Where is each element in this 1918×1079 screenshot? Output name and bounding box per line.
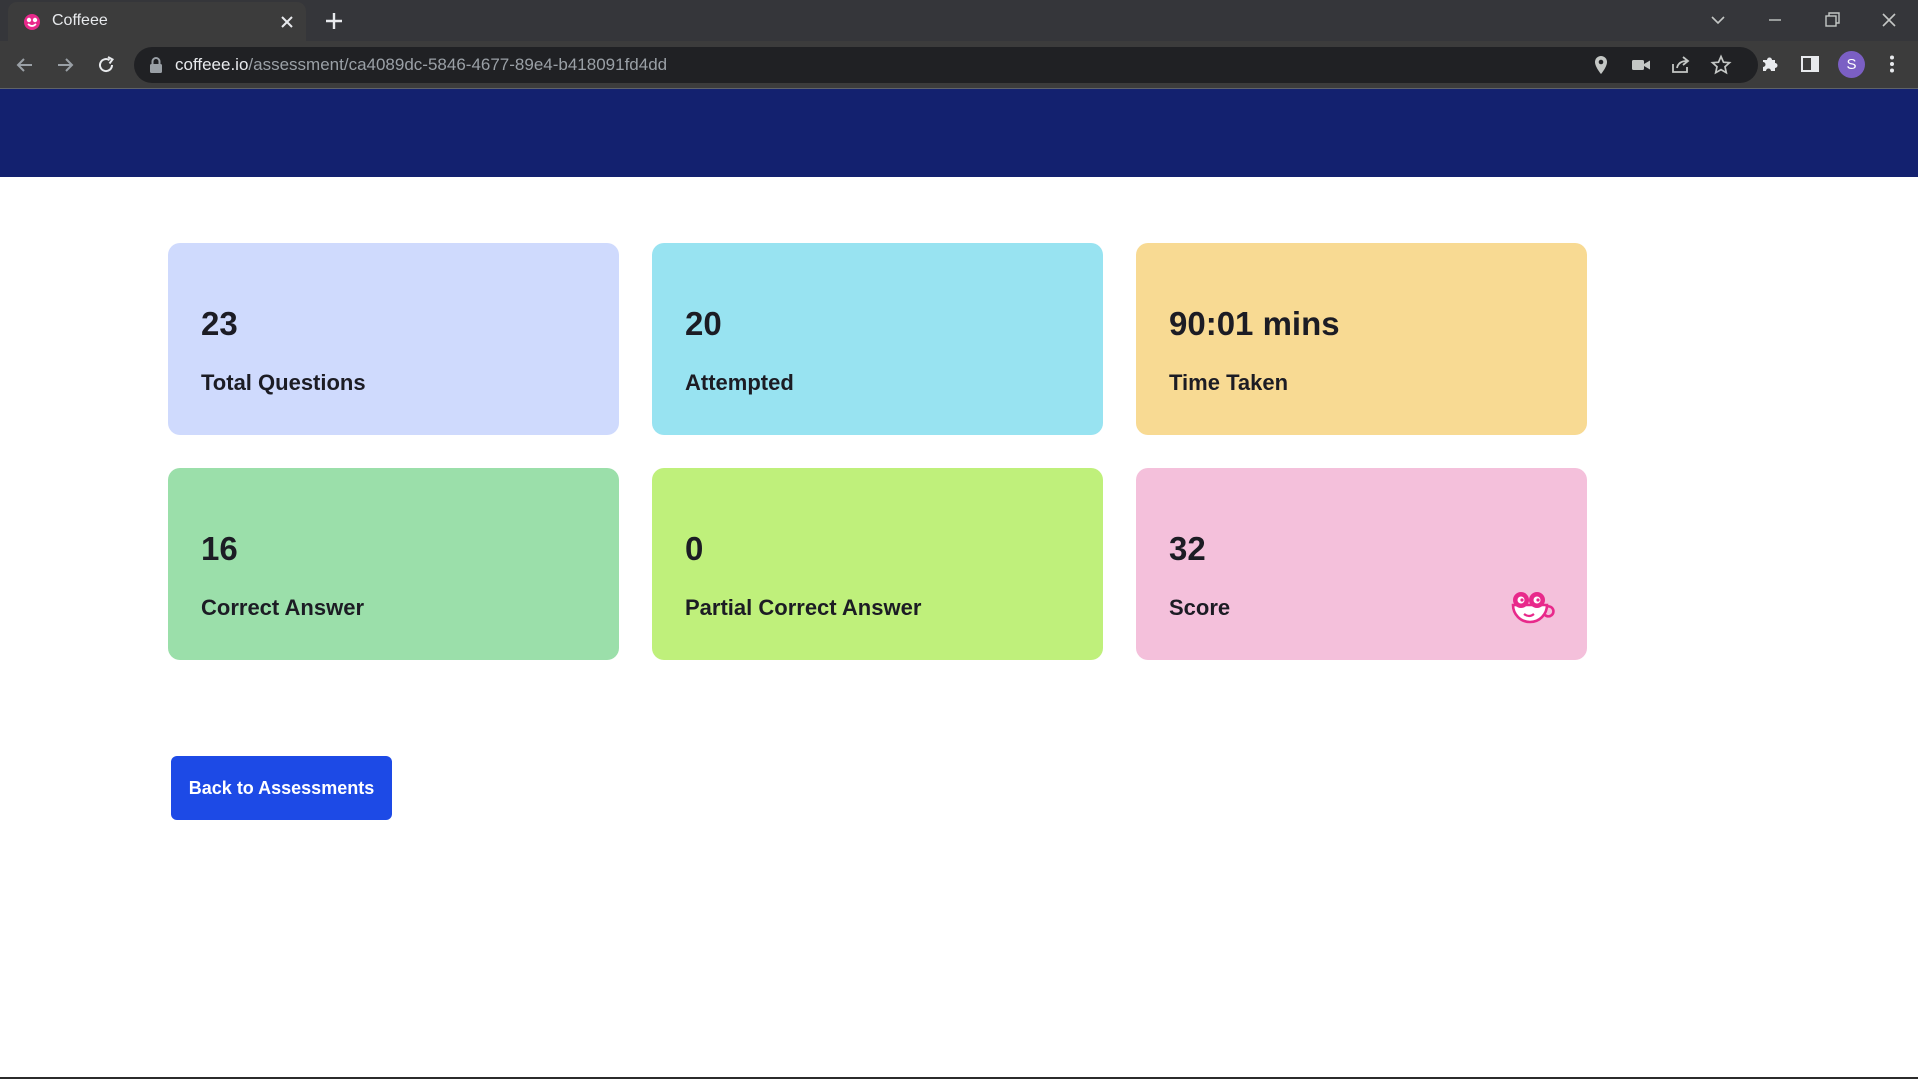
stat-card-correct-answer: 16 Correct Answer — [168, 468, 619, 660]
stat-value: 20 — [685, 305, 722, 342]
share-icon[interactable] — [1670, 54, 1692, 76]
reload-icon[interactable] — [94, 53, 118, 77]
extensions-puzzle-icon[interactable] — [1758, 52, 1782, 76]
bookmark-star-icon[interactable] — [1710, 54, 1732, 76]
url-host: coffeee.io — [175, 55, 249, 74]
stat-label: Total Questions — [201, 370, 366, 395]
stat-value: 32 — [1169, 530, 1206, 567]
minimize-icon[interactable] — [1763, 8, 1787, 32]
stat-label: Score — [1169, 595, 1231, 620]
coffeee-favicon-icon — [24, 14, 40, 30]
stat-card-score: 32 Score — [1136, 468, 1587, 660]
stat-value: 0 — [685, 530, 704, 567]
coffee-mascot-icon — [1511, 592, 1555, 624]
close-window-icon[interactable] — [1877, 8, 1901, 32]
side-panel-icon[interactable] — [1798, 52, 1822, 76]
tab-close-icon[interactable] — [276, 11, 298, 33]
stat-label: Partial Correct Answer — [685, 595, 922, 620]
profile-avatar[interactable]: S — [1838, 51, 1865, 78]
tab-search-chevron-icon[interactable] — [1706, 8, 1730, 32]
new-tab-icon[interactable] — [322, 9, 346, 33]
back-to-assessments-button[interactable]: Back to Assessments — [171, 756, 392, 820]
address-bar[interactable]: coffeee.io/assessment/ca4089dc-5846-4677… — [134, 47, 1758, 83]
stat-card-time-taken: 90:01 mins Time Taken — [1136, 243, 1587, 435]
stat-value: 23 — [201, 305, 238, 342]
stat-value: 16 — [201, 530, 238, 567]
restore-icon[interactable] — [1820, 8, 1844, 32]
url-path: /assessment/ca4089dc-5846-4677-89e4-b418… — [248, 55, 668, 74]
stat-card-partial-correct-answer: 0 Partial Correct Answer — [652, 468, 1103, 660]
browser-tab[interactable]: Coffeee — [8, 2, 306, 41]
app-header — [0, 89, 1918, 177]
camera-icon[interactable] — [1630, 54, 1652, 76]
stat-card-total-questions: 23 Total Questions — [168, 243, 619, 435]
stat-card-attempted: 20 Attempted — [652, 243, 1103, 435]
browser-toolbar: coffeee.io/assessment/ca4089dc-5846-4677… — [0, 41, 1918, 88]
url-text[interactable]: coffeee.io/assessment/ca4089dc-5846-4677… — [175, 55, 667, 75]
result-stats-grid: 23 Total Questions 20 Attempted 90:01 mi… — [168, 243, 1587, 660]
forward-arrow-icon[interactable] — [53, 53, 77, 77]
stat-label: Correct Answer — [201, 595, 365, 620]
stat-label: Time Taken — [1169, 370, 1289, 395]
stat-label: Attempted — [685, 370, 794, 395]
tab-title: Coffeee — [52, 12, 108, 29]
browser-tab-strip: Coffeee — [0, 0, 1918, 41]
lock-icon[interactable] — [148, 56, 164, 74]
more-menu-icon[interactable] — [1880, 52, 1904, 76]
location-pin-icon[interactable] — [1590, 54, 1612, 76]
back-arrow-icon[interactable] — [13, 53, 37, 77]
stat-value: 90:01 mins — [1169, 305, 1340, 342]
